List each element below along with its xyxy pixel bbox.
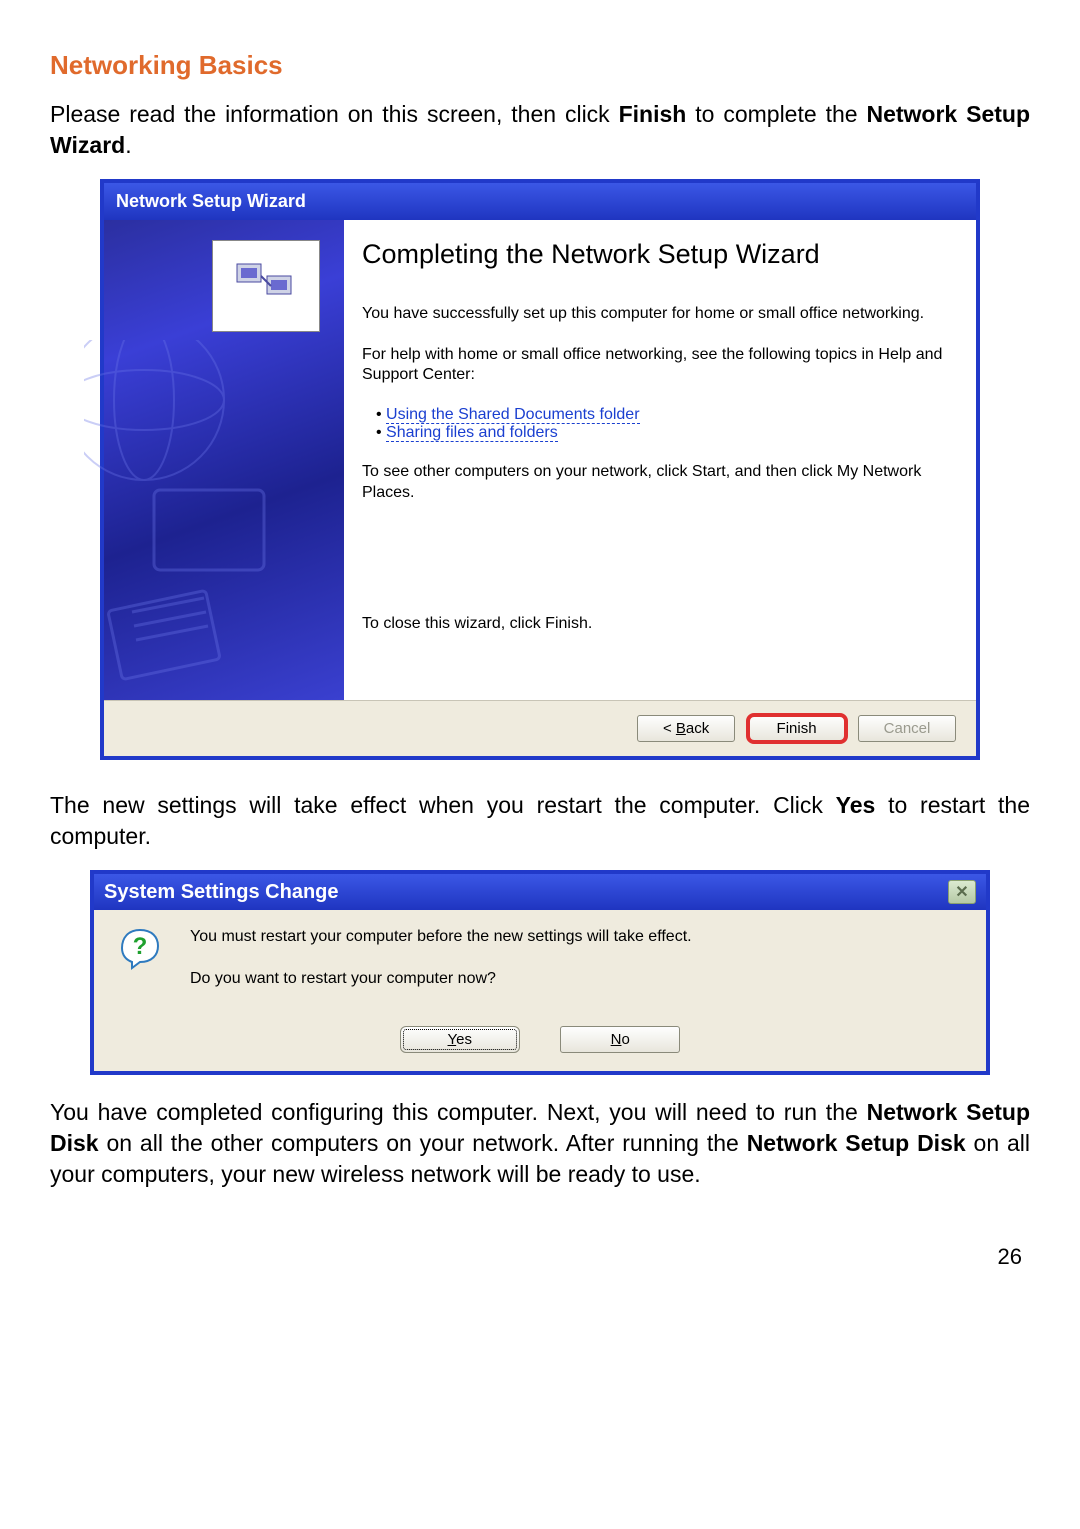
intro-paragraph: Please read the information on this scre… [50, 99, 1030, 161]
text: Y [448, 1031, 457, 1048]
wizard-titlebar[interactable]: Network Setup Wizard [104, 183, 976, 220]
wizard-content: Completing the Network Setup Wizard You … [344, 220, 976, 700]
network-setup-wizard-window: Network Setup Wizard [100, 179, 980, 760]
dialog-button-row: Yes No [94, 1020, 986, 1071]
list-item: Sharing files and folders [376, 424, 952, 442]
text: B [676, 720, 686, 737]
wizard-close-text: To close this wizard, click Finish. [362, 614, 952, 635]
wizard-button-row: < Back Finish Cancel [104, 700, 976, 756]
close-button[interactable]: ✕ [948, 880, 976, 904]
text: es [456, 1031, 472, 1048]
close-icon: ✕ [955, 882, 968, 902]
text: Do you want to restart your computer now… [190, 970, 692, 988]
text: < [663, 720, 676, 737]
system-settings-change-dialog: System Settings Change ✕ ? You must rest… [90, 870, 990, 1075]
back-button[interactable]: < Back [637, 715, 735, 742]
text: o [621, 1031, 629, 1048]
dialog-titlebar[interactable]: System Settings Change ✕ [94, 874, 986, 910]
dialog-title: System Settings Change [104, 881, 339, 904]
text: to complete the [686, 101, 866, 127]
text-bold: Finish [619, 101, 687, 127]
list-item: Using the Shared Documents folder [376, 406, 952, 424]
wizard-text: To see other computers on your network, … [362, 462, 952, 504]
wizard-text: You have successfully set up this comput… [362, 304, 952, 325]
question-icon: ? [118, 928, 162, 972]
wizard-heading: Completing the Network Setup Wizard [362, 238, 952, 272]
help-link-shared-documents[interactable]: Using the Shared Documents folder [386, 406, 639, 424]
no-button[interactable]: No [560, 1026, 680, 1053]
text: Please read the information on this scre… [50, 101, 619, 127]
svg-text:?: ? [133, 933, 148, 960]
wizard-text: For help with home or small office netwo… [362, 345, 952, 387]
text: N [611, 1031, 622, 1048]
text: You have completed configuring this comp… [50, 1099, 867, 1125]
outro-paragraph: You have completed configuring this comp… [50, 1097, 1030, 1190]
section-title: Networking Basics [50, 50, 1030, 81]
wizard-banner-image [212, 240, 320, 332]
help-link-sharing-files[interactable]: Sharing files and folders [386, 424, 558, 442]
finish-button[interactable]: Finish [748, 715, 846, 742]
text: . [125, 132, 131, 158]
page-number: 26 [0, 1244, 1080, 1270]
wizard-sidebar [104, 220, 344, 700]
text: on all the other computers on your netwo… [99, 1130, 747, 1156]
mid-paragraph: The new settings will take effect when y… [50, 790, 1030, 852]
yes-button[interactable]: Yes [400, 1026, 520, 1053]
text: The new settings will take effect when y… [50, 792, 836, 818]
text: ack [686, 720, 709, 737]
text-bold: Network Setup Disk [747, 1130, 966, 1156]
text-bold: Yes [836, 792, 876, 818]
dialog-text: You must restart your computer before th… [190, 928, 692, 1012]
cancel-button: Cancel [858, 715, 956, 742]
text: You must restart your computer before th… [190, 928, 692, 946]
